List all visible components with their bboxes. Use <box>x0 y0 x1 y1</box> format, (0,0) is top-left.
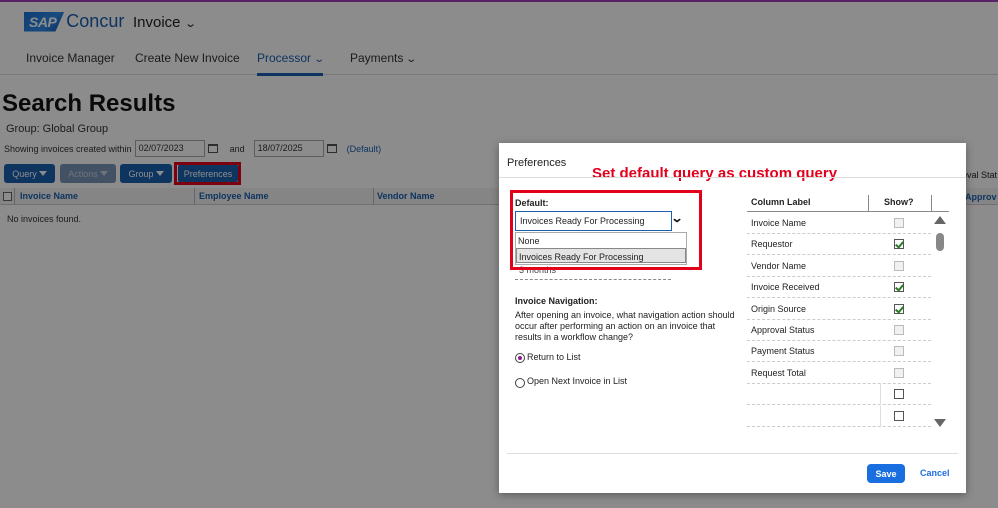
title-divider <box>499 177 966 178</box>
column-divider <box>868 195 869 212</box>
column-row: Invoice Name <box>747 213 931 234</box>
show-checkbox <box>894 260 904 271</box>
radio-return-label[interactable]: Return to List <box>527 352 581 362</box>
show-checkbox[interactable] <box>894 410 904 421</box>
scroll-down-arrow-icon[interactable] <box>934 419 946 427</box>
column-row-label: Payment Status <box>751 346 815 357</box>
column-row: Requestor <box>747 234 931 256</box>
column-divider <box>880 384 881 406</box>
show-checkbox <box>894 218 904 228</box>
footer-divider <box>507 453 958 454</box>
show-checkbox[interactable] <box>894 239 904 250</box>
column-row: Origin Source <box>747 299 931 320</box>
column-row: Request Total <box>747 363 931 384</box>
column-row-label: Vendor Name <box>751 260 807 271</box>
column-divider <box>880 405 881 427</box>
radio-open-next-label[interactable]: Open Next Invoice in List <box>527 376 627 386</box>
invoice-navigation-description: After opening an invoice, what navigatio… <box>515 310 735 342</box>
save-button[interactable]: Save <box>867 464 905 483</box>
column-row <box>747 384 931 406</box>
column-table-header: Column Label Show? <box>747 195 949 212</box>
column-label-header: Column Label <box>751 197 811 207</box>
column-row <box>747 405 931 427</box>
show-checkbox[interactable] <box>894 282 904 293</box>
column-row: Approval Status <box>747 320 931 341</box>
column-divider <box>931 195 932 212</box>
column-row-label: Request Total <box>751 367 806 378</box>
annotation-text: Set default query as custom query <box>592 165 838 182</box>
default-highlight-box <box>510 190 702 270</box>
dialog-title: Preferences <box>507 157 567 169</box>
scrollbar-thumb[interactable] <box>936 233 944 251</box>
radio-open-next[interactable] <box>515 378 525 388</box>
invoice-navigation-title: Invoice Navigation: <box>515 296 598 306</box>
cancel-button[interactable]: Cancel <box>920 468 950 478</box>
column-row-label: Invoice Name <box>751 218 807 228</box>
show-header: Show? <box>884 197 914 207</box>
show-checkbox <box>894 346 904 357</box>
radio-return-to-list[interactable] <box>515 353 525 363</box>
show-checkbox <box>894 325 904 335</box>
show-checkbox[interactable] <box>894 389 904 400</box>
column-row: Payment Status <box>747 341 931 363</box>
column-row-label: Invoice Received <box>751 282 820 293</box>
column-row-label: Origin Source <box>751 303 807 314</box>
column-row: Vendor Name <box>747 256 931 277</box>
scroll-up-arrow-icon[interactable] <box>934 216 946 224</box>
column-row-label: Requestor <box>751 239 793 250</box>
preferences-dialog: Preferences Set default query as custom … <box>499 143 966 493</box>
show-checkbox <box>894 367 904 378</box>
column-row-label: Approval Status <box>751 325 815 335</box>
column-row: Invoice Received <box>747 277 931 299</box>
show-checkbox[interactable] <box>894 303 904 314</box>
dashed-divider <box>515 279 671 280</box>
